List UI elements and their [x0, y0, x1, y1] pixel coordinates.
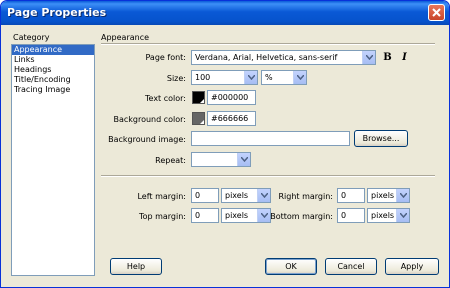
help-button[interactable]: Help: [110, 258, 162, 275]
bottom-margin-label: Bottom margin:: [270, 212, 333, 221]
page-font-value: Verdana, Arial, Helvetica, sans-serif: [195, 53, 338, 62]
repeat-label: Repeat:: [155, 156, 186, 165]
top-margin-unit-value: pixels: [225, 211, 249, 220]
category-item-tracing-image[interactable]: Tracing Image: [12, 85, 94, 95]
repeat-dropdown[interactable]: [237, 153, 250, 166]
right-margin-input[interactable]: 0: [337, 188, 365, 203]
dialog-title: Page Properties: [7, 6, 107, 19]
text-color-input[interactable]: #000000: [207, 90, 256, 105]
right-margin-unit-value: pixels: [371, 191, 395, 200]
page-font-select[interactable]: Verdana, Arial, Helvetica, sans-serif: [191, 50, 376, 65]
right-margin-unit-dropdown[interactable]: [396, 189, 409, 202]
ok-button[interactable]: OK: [265, 258, 317, 275]
close-icon: [432, 8, 441, 17]
left-margin-input[interactable]: 0: [191, 188, 219, 203]
text-color-label: Text color:: [145, 94, 186, 103]
top-margin-input[interactable]: 0: [191, 208, 219, 223]
background-image-label: Background image:: [108, 135, 186, 144]
repeat-select[interactable]: [191, 152, 251, 167]
right-margin-unit-select[interactable]: pixels: [367, 188, 410, 203]
chevron-down-icon: [400, 193, 407, 198]
background-image-input[interactable]: [191, 131, 350, 146]
category-item-headings[interactable]: Headings: [12, 65, 94, 75]
left-margin-unit-select[interactable]: pixels: [221, 188, 271, 203]
bottom-margin-unit-dropdown[interactable]: [396, 209, 409, 222]
section-heading: Appearance: [101, 33, 150, 42]
left-margin-unit-value: pixels: [225, 191, 249, 200]
chevron-down-icon: [400, 213, 407, 218]
browse-button[interactable]: Browse...: [354, 130, 408, 147]
title-bar[interactable]: Page Properties: [1, 1, 449, 25]
left-margin-unit-dropdown[interactable]: [257, 189, 270, 202]
apply-button[interactable]: Apply: [385, 258, 439, 275]
category-item-appearance[interactable]: Appearance: [12, 45, 94, 55]
category-item-title-encoding[interactable]: Title/Encoding: [12, 75, 94, 85]
size-unit-select[interactable]: %: [261, 70, 307, 85]
background-color-swatch[interactable]: [192, 112, 205, 125]
size-label: Size:: [166, 74, 186, 83]
text-color-swatch[interactable]: [192, 91, 205, 104]
chevron-down-icon: [261, 213, 268, 218]
top-margin-label: Top margin:: [139, 212, 186, 221]
chevron-down-icon: [248, 75, 255, 80]
page-font-label: Page font:: [145, 53, 186, 62]
bottom-margin-unit-select[interactable]: pixels: [367, 208, 410, 223]
size-dropdown[interactable]: [244, 71, 257, 84]
page-properties-dialog: Page Properties Category Appearance Link…: [0, 0, 450, 288]
category-heading: Category: [13, 33, 50, 42]
top-margin-unit-dropdown[interactable]: [257, 209, 270, 222]
chevron-down-icon: [297, 75, 304, 80]
size-unit-value: %: [265, 73, 273, 82]
chevron-down-icon: [261, 193, 268, 198]
left-margin-label: Left margin:: [137, 192, 186, 201]
right-margin-label: Right margin:: [278, 192, 333, 201]
page-font-dropdown[interactable]: [362, 51, 375, 64]
bold-button[interactable]: B: [381, 51, 394, 64]
category-item-links[interactable]: Links: [12, 55, 94, 65]
background-color-input[interactable]: #666666: [207, 111, 256, 126]
top-margin-unit-select[interactable]: pixels: [221, 208, 271, 223]
chevron-down-icon: [366, 55, 373, 60]
margins-divider: [101, 175, 435, 177]
size-value: 100: [195, 73, 211, 82]
category-list[interactable]: Appearance Links Headings Title/Encoding…: [11, 44, 95, 276]
italic-button[interactable]: I: [398, 51, 411, 64]
chevron-down-icon: [241, 157, 248, 162]
close-button[interactable]: [428, 4, 445, 21]
bottom-margin-unit-value: pixels: [371, 211, 395, 220]
size-select[interactable]: 100: [191, 70, 258, 85]
bottom-margin-input[interactable]: 0: [337, 208, 365, 223]
cancel-button[interactable]: Cancel: [325, 258, 377, 275]
size-unit-dropdown[interactable]: [293, 71, 306, 84]
background-color-label: Background color:: [113, 115, 186, 124]
section-divider: [101, 43, 435, 45]
